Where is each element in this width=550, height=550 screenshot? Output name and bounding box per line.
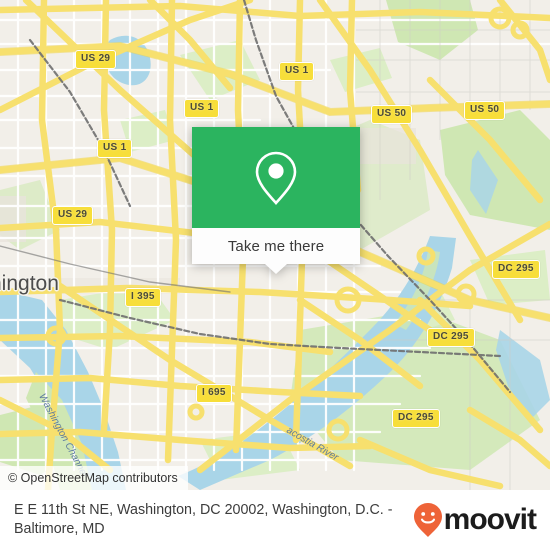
road-shield: US 50	[464, 101, 506, 120]
road-shield: US 1	[97, 139, 133, 158]
road-shield: DC 295	[427, 328, 475, 347]
moovit-wordmark: moovit	[443, 503, 537, 536]
attribution-text: © OpenStreetMap contributors	[8, 471, 178, 485]
map-pin-icon	[255, 151, 297, 205]
map-attribution[interactable]: © OpenStreetMap contributors	[0, 466, 188, 490]
city-label: hington	[0, 272, 59, 295]
road-shield: I 395	[125, 288, 161, 307]
footer-bar: E E 11th St NE, Washington, DC 20002, Wa…	[0, 490, 550, 550]
address-text: E E 11th St NE, Washington, DC 20002, Wa…	[14, 502, 393, 537]
road-shield: US 1	[184, 99, 220, 118]
road-shield: US 1	[279, 62, 315, 81]
moovit-logo[interactable]: moovit	[413, 502, 537, 538]
location-callout[interactable]: Take me there	[192, 127, 360, 274]
callout-pin-panel	[192, 127, 360, 228]
callout-tail	[265, 264, 287, 274]
road-shield: US 29	[75, 50, 117, 69]
road-shield: US 29	[52, 206, 94, 225]
road-shield: I 695	[196, 384, 232, 403]
callout-action-panel[interactable]: Take me there	[192, 228, 360, 264]
road-shield: DC 295	[492, 260, 540, 279]
map-canvas[interactable]: .grn { fill:#cfe7b3; } .grn2 { fill:#dce…	[0, 0, 550, 490]
take-me-there-label: Take me there	[227, 237, 325, 255]
road-shield: US 50	[371, 105, 413, 124]
road-shield: DC 295	[392, 409, 440, 428]
map-screenshot: .grn { fill:#cfe7b3; } .grn2 { fill:#dce…	[0, 0, 550, 550]
moovit-smiley-pin-icon	[413, 503, 442, 537]
